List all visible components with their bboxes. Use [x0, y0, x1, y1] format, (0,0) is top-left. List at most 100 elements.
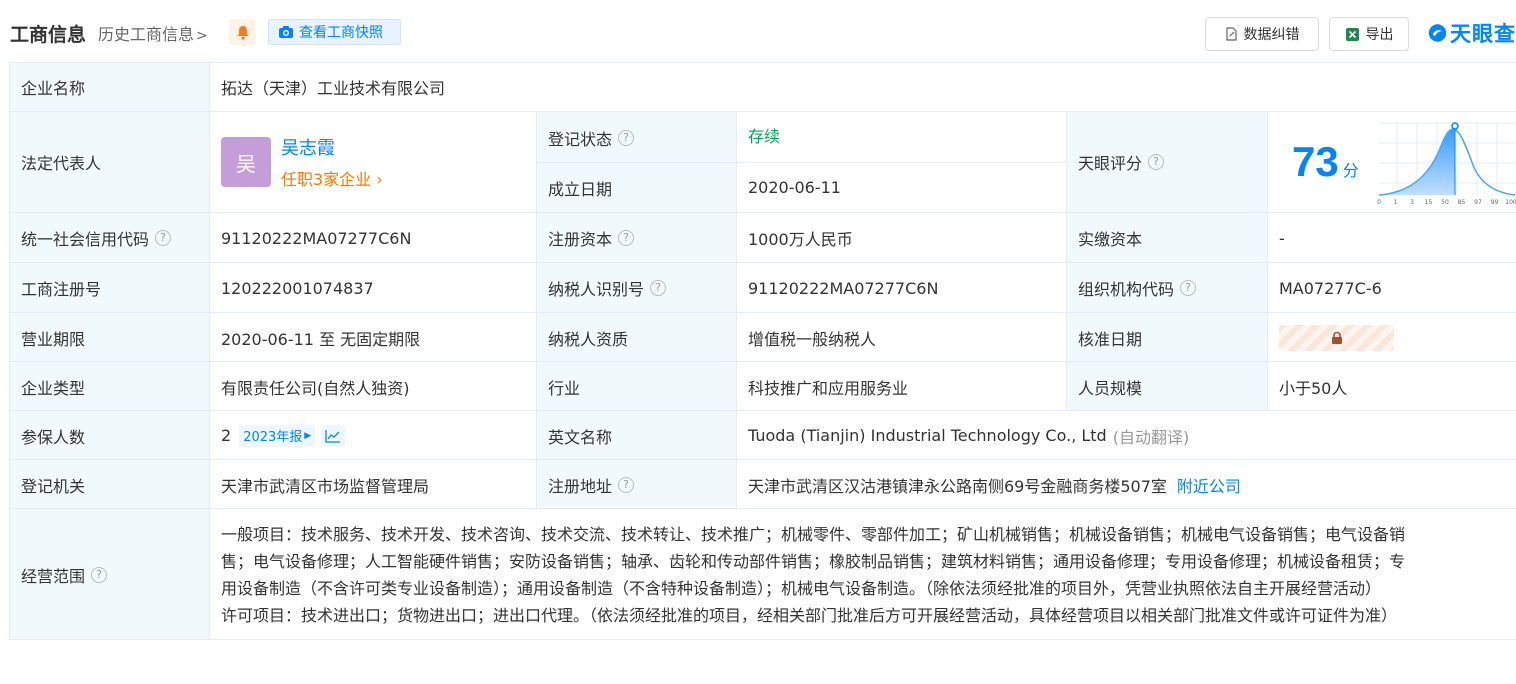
scope-value-cell: 一般项目：技术服务、技术开发、技术咨询、技术交流、技术转让、技术推广；机械零件、…: [209, 508, 1516, 640]
scope-line: 售；电气设备修理；人工智能硬件销售；安防设备销售；轴承、齿轮和传动部件销售；橡胶…: [221, 551, 1406, 571]
export-button[interactable]: 导出: [1329, 17, 1409, 51]
monitor-bell-button[interactable]: [229, 19, 256, 45]
staff-size-value: 小于50人: [1267, 361, 1516, 411]
help-icon[interactable]: ?: [155, 230, 172, 246]
taxpayer-id-label: 纳税人识别号: [548, 280, 645, 299]
data-correction-label: 数据纠错: [1243, 27, 1300, 43]
chevron-right-icon: ›: [376, 170, 383, 189]
business-term-label: 营业期限: [9, 312, 210, 362]
help-icon[interactable]: ?: [650, 280, 667, 296]
scope-text: 一般项目：技术服务、技术开发、技术咨询、技术交流、技术转让、技术推广；机械零件、…: [221, 521, 1516, 629]
score-axis-tick: 50: [1441, 199, 1449, 206]
logo-icon: [1428, 24, 1447, 42]
reg-authority-value: 天津市武清区市场监督管理局: [209, 459, 537, 509]
company-name-value: 拓达（天津）工业技术有限公司: [209, 62, 1516, 111]
insured-value: 2: [221, 426, 232, 445]
insured-cell: 2 2023年报 ▶: [209, 410, 537, 460]
taxpayer-id-value: 91120222MA07277C6N: [736, 262, 1067, 313]
legal-rep-roles-link[interactable]: 任职3家企业 ›: [281, 166, 383, 190]
help-icon[interactable]: ?: [618, 476, 635, 493]
help-icon[interactable]: ?: [91, 566, 108, 583]
avatar[interactable]: 吴: [221, 137, 271, 187]
industry-value: 科技推广和应用服务业: [736, 361, 1067, 411]
vip-locked-value[interactable]: [1279, 324, 1394, 351]
help-icon[interactable]: ?: [618, 129, 635, 146]
chevron-right-icon: >: [196, 28, 208, 44]
score-label: 天眼评分: [1078, 154, 1143, 173]
reg-address-value: 天津市武清区汉沽港镇津永公路南侧69号金融商务楼507室: [748, 476, 1167, 496]
legal-rep-cell: 吴 吴志霞 任职3家企业 ›: [209, 111, 537, 212]
english-name-cell: Tuoda (Tianjin) Industrial Technology Co…: [736, 410, 1516, 460]
org-code-label: 组织机构代码: [1078, 280, 1175, 299]
org-code-value: MA07277C-6: [1267, 262, 1516, 313]
reg-no-label: 工商注册号: [9, 262, 210, 313]
reg-capital-value: 1000万人民币: [736, 212, 1067, 263]
score-axis-tick: 85: [1457, 199, 1465, 206]
reg-address-cell: 天津市武清区汉沽港镇津永公路南侧69号金融商务楼507室 附近公司: [736, 459, 1516, 509]
english-name-value: Tuoda (Tianjin) Industrial Technology Co…: [748, 426, 1107, 445]
snapshot-button[interactable]: 查看工商快照: [268, 19, 401, 45]
score-label-cell: 天眼评分?: [1066, 111, 1268, 212]
score-axis-tick: 15: [1424, 199, 1432, 206]
legal-rep-roles-text: 任职3家企业: [281, 170, 372, 189]
reg-address-label-cell: 注册地址?: [536, 459, 737, 509]
company-type-value: 有限责任公司(自然人独资): [209, 361, 537, 411]
history-info-link[interactable]: 历史工商信息 >: [98, 21, 208, 45]
reg-no-value: 120222001074837: [209, 262, 537, 313]
reg-status-value: 存续: [736, 111, 1067, 163]
help-icon[interactable]: ?: [1180, 280, 1197, 296]
score-axis-tick: 1: [1393, 199, 1397, 206]
help-icon[interactable]: ?: [1148, 154, 1165, 170]
reg-authority-label: 登记机关: [9, 459, 210, 509]
caret-right-icon: ▶: [304, 430, 312, 441]
logo-text: 天眼查: [1450, 22, 1516, 46]
bell-icon: [237, 25, 248, 40]
score-marker-dot: [1450, 122, 1459, 130]
camera-icon: [279, 26, 293, 38]
lock-icon: [1331, 331, 1342, 344]
score-axis-tick: 3: [1410, 199, 1414, 206]
history-info-label: 历史工商信息: [98, 25, 195, 44]
reg-capital-label: 注册资本: [548, 230, 613, 249]
edit-document-icon: [1225, 27, 1237, 41]
annual-report-tag[interactable]: 2023年报 ▶: [239, 424, 316, 447]
help-icon[interactable]: ?: [618, 230, 635, 246]
score-value: 73: [1292, 138, 1339, 185]
auto-translate-note: (自动翻译): [1112, 427, 1190, 447]
business-term-value: 2020-06-11 至 无固定期限: [209, 312, 537, 362]
score-axis-ticks: 0 1 3 15 50 85 97 99 100: [1377, 199, 1516, 206]
found-date-value: 2020-06-11: [736, 162, 1067, 212]
credit-code-label-cell: 统一社会信用代码?: [9, 212, 210, 263]
paid-capital-label: 实缴资本: [1066, 212, 1268, 263]
scope-label-cell: 经营范围?: [9, 508, 210, 640]
staff-size-label: 人员规模: [1066, 361, 1268, 411]
score-distribution-chart: 0 1 3 15 50 85 97 99 100: [1377, 122, 1516, 206]
score-axis-tick: 100: [1505, 199, 1516, 206]
legal-rep-name-link[interactable]: 吴志霞: [281, 134, 383, 160]
taxpayer-id-label-cell: 纳税人识别号?: [536, 262, 737, 313]
credit-code-value: 91120222MA07277C6N: [209, 212, 537, 263]
industry-label: 行业: [536, 361, 737, 411]
table-bottom-border: [9, 639, 1516, 640]
legal-rep-label: 法定代表人: [9, 111, 210, 212]
found-date-label: 成立日期: [536, 162, 737, 212]
reg-capital-label-cell: 注册资本?: [536, 212, 737, 263]
score-cell[interactable]: 73 分 0 1 3 15 50 85 97 99 100: [1267, 111, 1516, 212]
annual-report-label: 2023年报: [243, 430, 303, 445]
english-name-label: 英文名称: [536, 410, 737, 460]
section-header: 工商信息 历史工商信息 > 查看工商快照 数据纠错 导出 天眼查: [0, 0, 1516, 62]
section-title: 工商信息: [10, 24, 87, 46]
trend-chart-button[interactable]: [321, 424, 346, 447]
org-code-label-cell: 组织机构代码?: [1066, 262, 1268, 313]
insured-label: 参保人数: [9, 410, 210, 460]
score-axis-tick: 97: [1474, 199, 1482, 206]
reg-status-label-cell: 登记状态?: [536, 111, 737, 163]
data-correction-button[interactable]: 数据纠错: [1205, 17, 1319, 51]
company-type-label: 企业类型: [9, 361, 210, 411]
excel-icon: [1345, 27, 1359, 41]
snapshot-label: 查看工商快照: [299, 25, 383, 41]
paid-capital-value: -: [1267, 212, 1516, 263]
score-axis-tick: 99: [1490, 199, 1498, 206]
nearby-companies-link[interactable]: 附近公司: [1177, 473, 1241, 497]
score-axis-tick: 0: [1377, 199, 1381, 206]
